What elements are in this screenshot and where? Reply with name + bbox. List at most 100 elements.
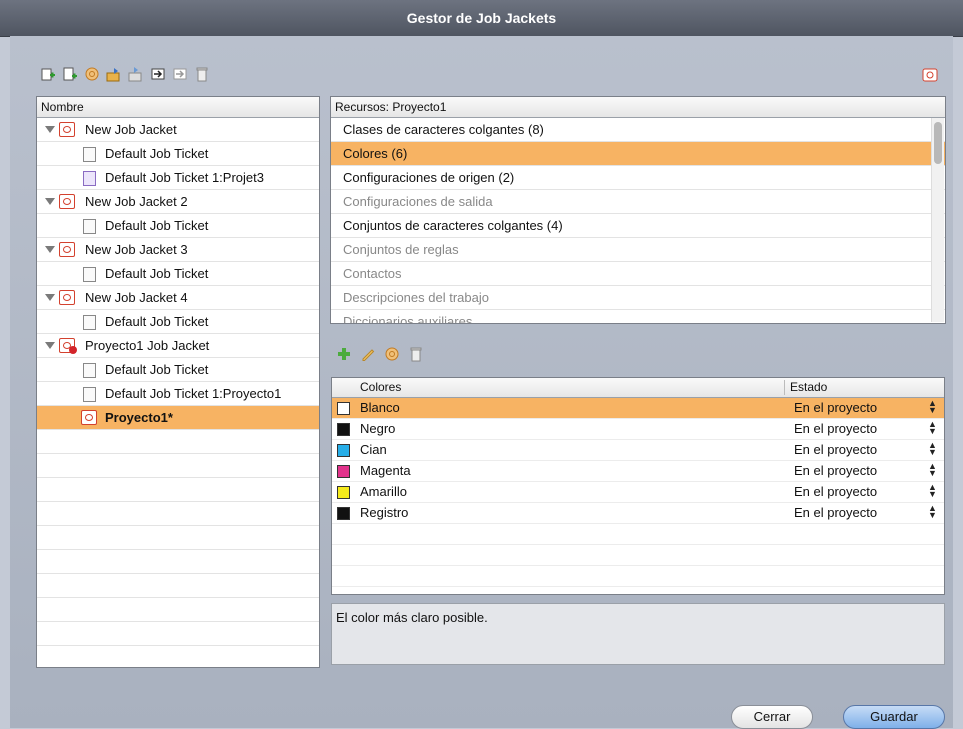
updown-arrows-icon[interactable]: ▲ ▼	[928, 399, 937, 415]
updown-arrows-icon[interactable]: ▲ ▼	[928, 462, 937, 478]
color-state-select[interactable]: En el proyecto	[794, 503, 877, 523]
color-row[interactable]: Magenta En el proyecto ▲ ▼	[332, 461, 944, 482]
new-job-ticket-icon[interactable]	[62, 66, 78, 82]
color-row[interactable]: Negro En el proyecto ▲ ▼	[332, 419, 944, 440]
delete-icon[interactable]	[408, 346, 424, 362]
disclosure-triangle-icon[interactable]	[45, 294, 55, 301]
updown-arrows-icon[interactable]: ▲ ▼	[928, 504, 937, 520]
job-ticket-icon	[83, 267, 96, 282]
resource-item[interactable]: Configuraciones de salida	[331, 190, 945, 214]
disclosure-triangle-icon[interactable]	[45, 246, 55, 253]
resource-item[interactable]: Colores (6)	[331, 142, 945, 166]
link-icon[interactable]	[150, 66, 166, 82]
state-column-header[interactable]: Estado	[790, 378, 827, 397]
tree-item-label: Default Job Ticket	[105, 362, 209, 377]
tree-item[interactable]: Default Job Ticket	[37, 214, 319, 238]
tree-item[interactable]: New Job Jacket	[37, 118, 319, 142]
tree-item[interactable]: Default Job Ticket 1:Projet3	[37, 166, 319, 190]
import-icon[interactable]	[106, 66, 122, 82]
updown-arrows-icon[interactable]: ▲ ▼	[928, 420, 937, 436]
color-swatch	[337, 402, 350, 415]
color-name: Amarillo	[360, 484, 407, 499]
tree-item[interactable]: Default Job Ticket 1:Proyecto1	[37, 382, 319, 406]
tree-item-label: Proyecto1*	[105, 410, 173, 425]
resource-item[interactable]: Conjuntos de reglas	[331, 238, 945, 262]
color-row[interactable]: Blanco En el proyecto ▲ ▼	[332, 398, 944, 419]
resource-item[interactable]: Clases de caracteres colgantes (8)	[331, 118, 945, 142]
job-ticket-icon	[83, 219, 96, 234]
tree-item-label: Proyecto1 Job Jacket	[85, 338, 210, 353]
color-name: Magenta	[360, 463, 411, 478]
pencil-icon[interactable]	[360, 346, 376, 362]
unlink-icon[interactable]	[172, 66, 188, 82]
resource-item[interactable]: Conjuntos de caracteres colgantes (4)	[331, 214, 945, 238]
scroll-thumb[interactable]	[934, 122, 942, 164]
job-jacket-icon	[59, 242, 75, 257]
resources-scrollbar[interactable]	[931, 118, 944, 322]
edit-icon[interactable]	[84, 66, 100, 82]
empty-row	[332, 524, 944, 545]
duplicate-icon[interactable]	[384, 346, 400, 362]
tree-item[interactable]: New Job Jacket 4	[37, 286, 319, 310]
empty-row	[37, 550, 319, 574]
close-button[interactable]: Cerrar	[731, 705, 813, 729]
trash-icon[interactable]	[194, 66, 210, 82]
resource-item[interactable]: Configuraciones de origen (2)	[331, 166, 945, 190]
add-icon[interactable]	[336, 346, 352, 362]
empty-row	[37, 454, 319, 478]
job-ticket-icon	[83, 387, 96, 402]
save-button[interactable]: Guardar	[843, 705, 945, 729]
disclosure-triangle-icon[interactable]	[45, 342, 55, 349]
tree-item[interactable]: New Job Jacket 3	[37, 238, 319, 262]
color-state-select[interactable]: En el proyecto	[794, 440, 877, 460]
tree-item[interactable]: New Job Jacket 2	[37, 190, 319, 214]
job-jacket-icon	[59, 290, 75, 305]
color-state-select[interactable]: En el proyecto	[794, 419, 877, 439]
disclosure-triangle-icon[interactable]	[45, 198, 55, 205]
resource-item[interactable]: Diccionarios auxiliares	[331, 310, 945, 323]
new-job-jacket-icon[interactable]	[40, 66, 56, 82]
empty-row	[37, 526, 319, 550]
color-swatch	[337, 423, 350, 436]
tree-item[interactable]: Default Job Ticket	[37, 142, 319, 166]
color-name: Registro	[360, 505, 409, 520]
resource-item[interactable]: Contactos	[331, 262, 945, 286]
color-state-select[interactable]: En el proyecto	[794, 461, 877, 481]
job-ticket-icon	[83, 147, 96, 162]
dialog-body: Nombre New Job Jacket Default Job Ticket D…	[10, 36, 953, 729]
job-ticket-icon	[83, 315, 96, 330]
resource-item[interactable]: Descripciones del trabajo	[331, 286, 945, 310]
color-state-select[interactable]: En el proyecto	[794, 482, 877, 502]
colors-column-header[interactable]: Colores	[360, 378, 401, 397]
color-rows: Blanco En el proyecto ▲ ▼ Negro En el proyect…	[332, 398, 944, 594]
color-row[interactable]: Registro En el proyecto ▲ ▼	[332, 503, 944, 524]
color-name: Blanco	[360, 400, 400, 415]
job-ticket-icon	[83, 171, 96, 186]
job-ticket-icon	[83, 363, 96, 378]
color-row[interactable]: Amarillo En el proyecto ▲ ▼	[332, 482, 944, 503]
tree-item-label: Default Job Ticket	[105, 266, 209, 281]
color-swatch	[337, 465, 350, 478]
export-icon[interactable]	[128, 66, 144, 82]
color-row[interactable]: Cian En el proyecto ▲ ▼	[332, 440, 944, 461]
tree-item-label: Default Job Ticket	[105, 314, 209, 329]
updown-arrows-icon[interactable]: ▲ ▼	[928, 441, 937, 457]
job-jacket-icon	[59, 122, 75, 137]
tree-item[interactable]: Default Job Ticket	[37, 358, 319, 382]
tree-item[interactable]: Default Job Ticket	[37, 262, 319, 286]
disclosure-triangle-icon[interactable]	[45, 126, 55, 133]
color-swatch	[337, 486, 350, 499]
description-box: El color más claro posible.	[331, 603, 945, 665]
empty-row	[332, 587, 944, 594]
tree-item-label: New Job Jacket	[85, 122, 177, 137]
color-state-select[interactable]: En el proyecto	[794, 398, 877, 418]
resources-header: Recursos: Proyecto1	[331, 97, 945, 118]
tree-item-label: Default Job Ticket	[105, 218, 209, 233]
tree-item[interactable]: Proyecto1 Job Jacket	[37, 334, 319, 358]
empty-row	[37, 478, 319, 502]
warning-badge-icon	[69, 346, 77, 354]
tree-item[interactable]: Default Job Ticket	[37, 310, 319, 334]
updown-arrows-icon[interactable]: ▲ ▼	[928, 483, 937, 499]
tree-item[interactable]: Proyecto1*	[37, 406, 319, 430]
project-icon	[81, 410, 97, 425]
